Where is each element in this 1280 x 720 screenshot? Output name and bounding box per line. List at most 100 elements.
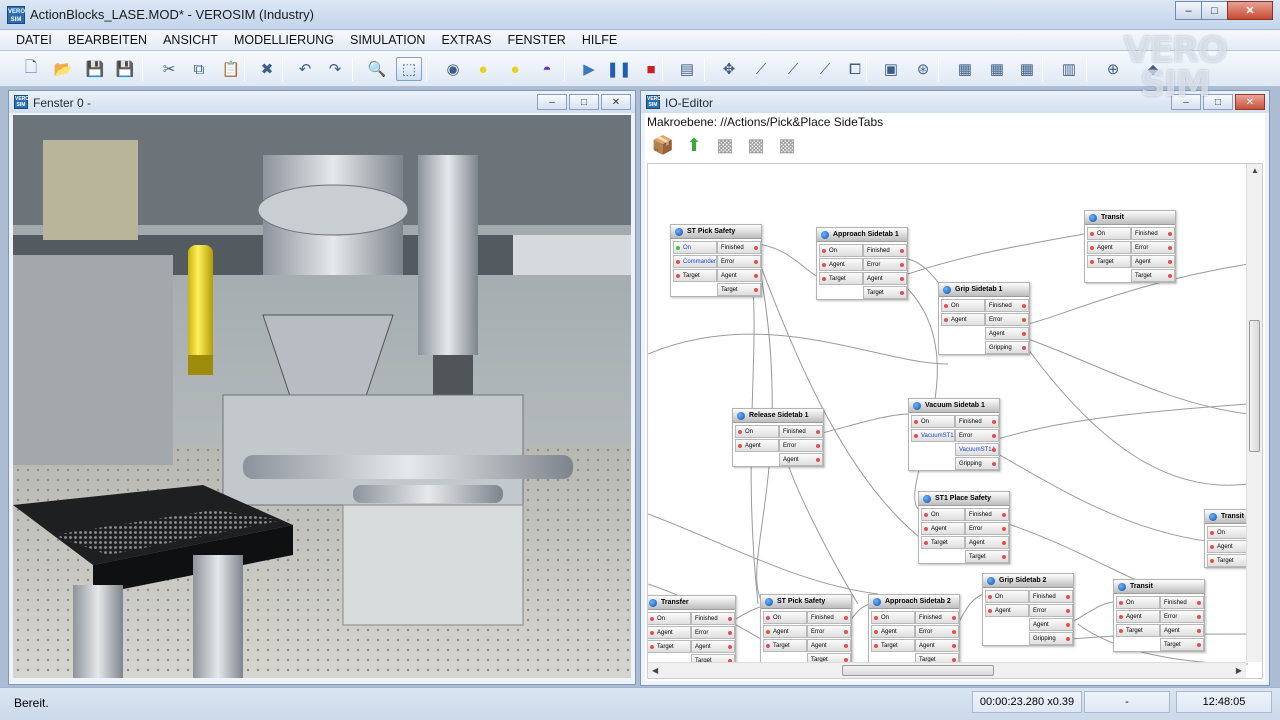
horizontal-scroll-thumb[interactable]: [842, 665, 994, 676]
output-port[interactable]: Finished: [1029, 590, 1073, 603]
output-port[interactable]: Error: [915, 625, 959, 638]
action-block[interactable]: Grip Sidetab 1 On Agent Finished Error Agent G…: [938, 282, 1030, 355]
block-1-icon[interactable]: ▩: [742, 131, 770, 159]
close-button[interactable]: ✕: [1227, 1, 1273, 20]
block-2-icon[interactable]: ▩: [773, 131, 801, 159]
output-port[interactable]: Agent: [863, 272, 907, 285]
folder-icon[interactable]: 📦: [649, 131, 677, 159]
paste-icon[interactable]: 📋: [218, 57, 244, 81]
output-port[interactable]: Agent: [985, 327, 1029, 340]
horizontal-scrollbar[interactable]: ◀ ▶: [648, 662, 1246, 678]
block-diagram-canvas[interactable]: ST Pick Safety On CommanderA Target Finished…: [647, 163, 1263, 679]
axes-2-icon[interactable]: ⟋: [780, 57, 806, 81]
input-port[interactable]: On: [1116, 596, 1160, 609]
robot-2-icon[interactable]: ▦: [984, 57, 1010, 81]
scroll-up-icon[interactable]: ▲: [1251, 166, 1259, 175]
input-port[interactable]: Agent: [648, 626, 691, 639]
delete-block-icon[interactable]: ▩: [711, 131, 739, 159]
menu-ansicht[interactable]: ANSICHT: [155, 30, 226, 50]
vertical-scroll-thumb[interactable]: [1249, 320, 1260, 452]
input-port[interactable]: Agent: [871, 625, 915, 638]
menu-simulation[interactable]: SIMULATION: [342, 30, 433, 50]
input-port[interactable]: Target: [819, 272, 863, 285]
output-port[interactable]: Target: [1160, 638, 1204, 651]
output-port[interactable]: Finished: [807, 611, 851, 624]
action-block[interactable]: Approach Sidetab 1 On Agent Target Finished E…: [816, 227, 908, 300]
menu-bearbeiten[interactable]: BEARBEITEN: [60, 30, 155, 50]
move-icon[interactable]: ✥: [716, 57, 742, 81]
output-port[interactable]: Error: [1160, 610, 1204, 623]
output-port[interactable]: Finished: [985, 299, 1029, 312]
output-port[interactable]: Error: [1131, 241, 1175, 254]
axes-3-icon[interactable]: ⟋: [812, 57, 838, 81]
action-block[interactable]: Release Sidetab 1 On Agent Finished Error Age…: [732, 408, 824, 467]
input-port[interactable]: VacuumST1A: [911, 429, 955, 442]
output-port[interactable]: Agent: [807, 639, 851, 652]
output-port[interactable]: Error: [863, 258, 907, 271]
input-port[interactable]: Target: [871, 639, 915, 652]
input-port[interactable]: On: [941, 299, 985, 312]
save-all-icon[interactable]: 💾: [112, 57, 138, 81]
output-port[interactable]: Agent: [1160, 624, 1204, 637]
output-port[interactable]: Agent: [717, 269, 761, 282]
scroll-right-icon[interactable]: ▶: [1236, 666, 1242, 675]
output-port[interactable]: Finished: [717, 241, 761, 254]
save-icon[interactable]: 💾: [82, 57, 108, 81]
input-port[interactable]: Target: [763, 639, 807, 652]
ecorn-icon[interactable]: ▥: [1056, 57, 1082, 81]
render-mode-3-icon[interactable]: ●: [502, 57, 528, 81]
input-port[interactable]: Target: [1087, 255, 1131, 268]
action-block[interactable]: ST Pick Safety On CommanderA Target Finished…: [670, 224, 762, 297]
minimize-button[interactable]: –: [1175, 1, 1202, 20]
output-port[interactable]: Finished: [1131, 227, 1175, 240]
output-port[interactable]: Error: [985, 313, 1029, 326]
output-port[interactable]: Agent: [1131, 255, 1175, 268]
action-block[interactable]: Transfer On Agent Target Finished Error Agent T…: [648, 595, 736, 668]
input-port[interactable]: Target: [1116, 624, 1160, 637]
menu-hilfe[interactable]: HILFE: [574, 30, 625, 50]
3d-viewport[interactable]: [13, 115, 631, 678]
output-port[interactable]: Target: [863, 286, 907, 299]
record-icon[interactable]: ▤: [674, 57, 700, 81]
input-port[interactable]: Target: [1207, 554, 1251, 567]
output-port[interactable]: Finished: [779, 425, 823, 438]
copy-icon[interactable]: ⧉: [186, 57, 212, 81]
output-port[interactable]: Target: [717, 283, 761, 296]
output-port[interactable]: Finished: [691, 612, 735, 625]
output-port[interactable]: Finished: [955, 415, 999, 428]
output-port[interactable]: Error: [1029, 604, 1073, 617]
output-port[interactable]: Agent: [779, 453, 823, 466]
input-port[interactable]: On: [921, 508, 965, 521]
input-port[interactable]: On: [911, 415, 955, 428]
link-icon[interactable]: ⊛: [910, 57, 936, 81]
output-port[interactable]: Error: [807, 625, 851, 638]
action-block[interactable]: Transit On Agent Target Finished Error Agent Ta…: [1113, 579, 1205, 652]
output-port[interactable]: Finished: [965, 508, 1009, 521]
menu-extras[interactable]: EXTRAS: [433, 30, 499, 50]
input-port[interactable]: CommanderA: [673, 255, 717, 268]
action-block[interactable]: ST Pick Safety On Agent Target Finished Error…: [760, 594, 852, 667]
stop-icon[interactable]: ■: [638, 57, 664, 81]
io-close-button[interactable]: ✕: [1235, 94, 1265, 110]
output-port[interactable]: Gripping: [1029, 632, 1073, 645]
input-port[interactable]: On: [871, 611, 915, 624]
render-mode-2-icon[interactable]: ●: [470, 57, 496, 81]
axes-1-icon[interactable]: ⟋: [748, 57, 774, 81]
viewport-close-button[interactable]: ✕: [601, 94, 631, 110]
pause-icon[interactable]: ❚❚: [606, 57, 632, 81]
output-port[interactable]: Error: [955, 429, 999, 442]
menu-datei[interactable]: DATEI: [8, 30, 60, 50]
output-port[interactable]: Agent: [965, 536, 1009, 549]
frame-icon[interactable]: ⧠: [842, 57, 868, 81]
undo-icon[interactable]: ↶: [292, 57, 318, 81]
input-port[interactable]: On: [985, 590, 1029, 603]
input-port[interactable]: Agent: [763, 625, 807, 638]
play-icon[interactable]: ▶: [576, 57, 602, 81]
input-port[interactable]: Agent: [1087, 241, 1131, 254]
output-port[interactable]: Gripping: [985, 341, 1029, 354]
action-block[interactable]: Approach Sidetab 2 On Agent Target Finished E…: [868, 594, 960, 667]
input-port[interactable]: On: [763, 611, 807, 624]
output-port[interactable]: Error: [691, 626, 735, 639]
menu-modellierung[interactable]: MODELLIERUNG: [226, 30, 342, 50]
camera-icon[interactable]: ▣: [878, 57, 904, 81]
